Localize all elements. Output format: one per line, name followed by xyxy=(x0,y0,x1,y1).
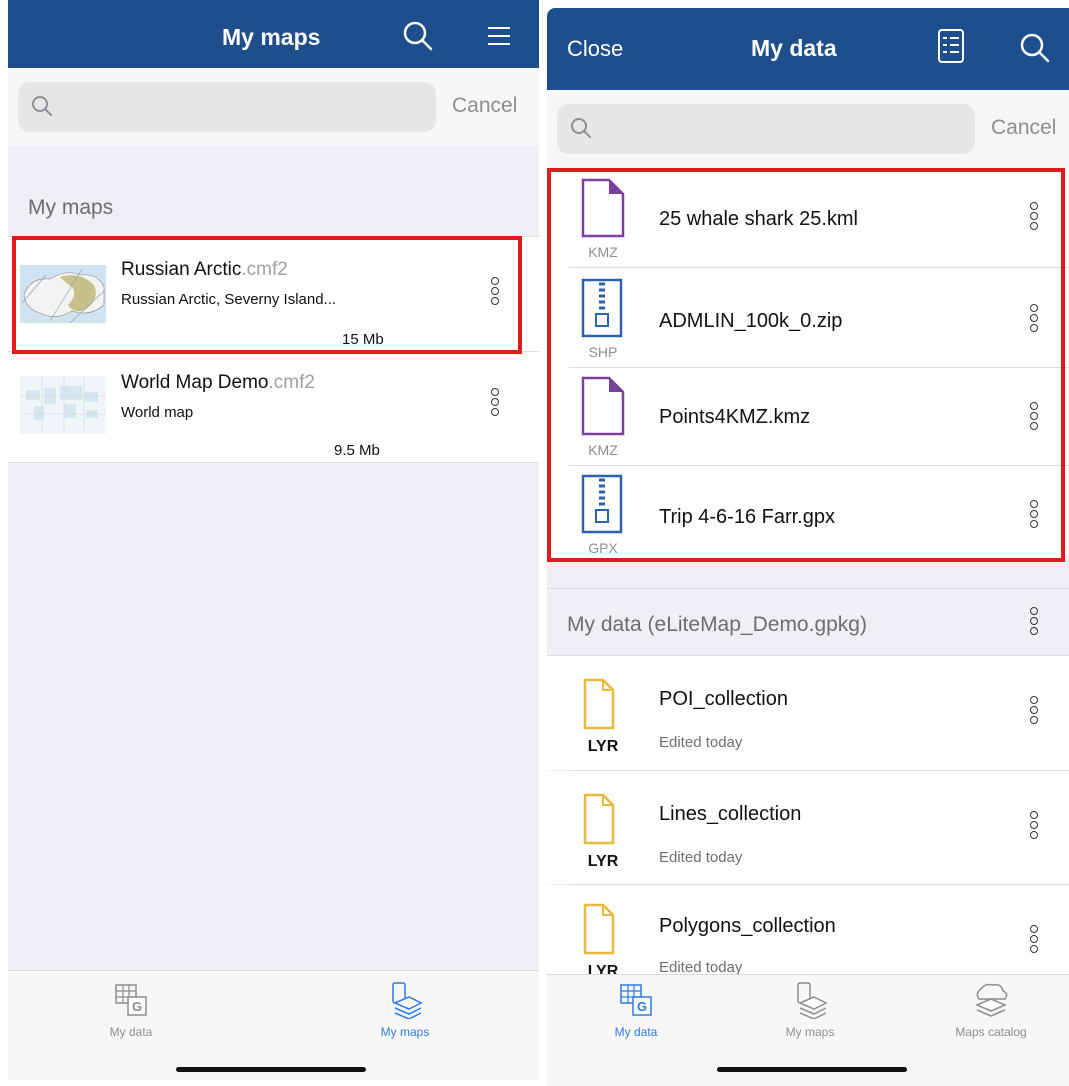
map-row-russian-arctic[interactable]: Russian Arctic.cmf2 Russian Arctic, Seve… xyxy=(8,236,539,351)
search-input[interactable] xyxy=(557,104,975,154)
tab-my-data[interactable]: G My data xyxy=(591,981,681,1039)
divider xyxy=(8,462,539,463)
file-row[interactable]: GPX Trip 4-6-16 Farr.gpx xyxy=(547,466,1069,558)
page-title: My data xyxy=(751,35,837,61)
file-type-label: LYR xyxy=(587,738,619,755)
page-title: My maps xyxy=(222,24,321,50)
layer-name: POI_collection xyxy=(659,688,788,710)
more-options-icon[interactable] xyxy=(1030,811,1040,841)
more-options-icon[interactable] xyxy=(1030,202,1040,232)
more-options-icon[interactable] xyxy=(1030,925,1040,955)
section-header: My data (eLiteMap_Demo.gpkg) xyxy=(567,613,867,636)
document-icon: KMZ xyxy=(579,178,627,260)
zip-icon: SHP xyxy=(579,278,627,360)
more-options-icon[interactable] xyxy=(491,277,501,307)
layer-file-icon: LYR xyxy=(579,678,627,758)
file-name: Points4KMZ.kmz xyxy=(659,406,811,428)
map-title: Russian Arctic.cmf2 xyxy=(121,259,288,280)
search-icon xyxy=(32,96,52,116)
zip-icon: GPX xyxy=(579,474,627,556)
document-icon: KMZ xyxy=(579,376,627,458)
tab-my-maps[interactable]: My maps xyxy=(360,981,450,1039)
tab-maps-catalog[interactable]: Maps catalog xyxy=(931,981,1051,1039)
file-name: Trip 4-6-16 Farr.gpx xyxy=(659,506,835,528)
map-thumbnail xyxy=(20,376,106,434)
file-row[interactable]: KMZ 25 whale shark 25.kml xyxy=(547,168,1069,268)
close-button[interactable]: Close xyxy=(567,36,623,62)
layers-icon xyxy=(392,982,423,1019)
layer-row[interactable]: LYR Lines_collection Edited today xyxy=(547,771,1069,884)
search-row: Cancel xyxy=(547,90,1069,168)
file-name: ADMLIN_100k_0.zip xyxy=(659,310,843,332)
cloud-layers-icon xyxy=(975,983,1008,1017)
cancel-button[interactable]: Cancel xyxy=(452,94,517,118)
search-icon xyxy=(571,118,591,138)
tab-bar: G My data My maps xyxy=(8,970,539,1080)
menu-icon[interactable] xyxy=(482,18,518,54)
layer-file-icon: LYR xyxy=(579,903,627,975)
file-type-label: KMZ xyxy=(588,442,618,458)
more-options-icon[interactable] xyxy=(1030,696,1040,726)
more-options-icon[interactable] xyxy=(1030,402,1040,432)
map-thumbnail xyxy=(20,265,106,323)
search-icon[interactable] xyxy=(400,18,436,54)
more-options-icon[interactable] xyxy=(1030,304,1040,334)
layer-row[interactable]: LYR Polygons_collection Edited today xyxy=(547,885,1069,975)
svg-text:G: G xyxy=(132,999,142,1014)
svg-text:G: G xyxy=(637,999,647,1014)
cancel-button[interactable]: Cancel xyxy=(991,116,1056,140)
more-options-icon[interactable] xyxy=(1030,500,1040,530)
search-icon[interactable] xyxy=(1017,30,1053,66)
map-description: World map xyxy=(121,404,194,421)
search-row: Cancel xyxy=(8,68,539,146)
tab-my-data[interactable]: G My data xyxy=(86,981,176,1039)
more-options-icon[interactable] xyxy=(491,388,501,418)
home-indicator xyxy=(176,1067,366,1072)
nav-bar: My maps xyxy=(8,0,539,68)
layer-row[interactable]: LYR POI_collection Edited today xyxy=(547,656,1069,770)
tab-bar: G My data My maps Maps catalog xyxy=(547,974,1069,1086)
file-row[interactable]: SHP ADMLIN_100k_0.zip xyxy=(547,268,1069,368)
map-description: Russian Arctic, Severny Island... xyxy=(121,291,337,308)
tab-my-maps[interactable]: My maps xyxy=(765,981,855,1039)
layer-edited: Edited today xyxy=(659,849,743,866)
checklist-icon[interactable] xyxy=(933,28,969,64)
search-input[interactable] xyxy=(18,82,436,132)
home-indicator xyxy=(717,1067,907,1072)
section-header-row: My data (eLiteMap_Demo.gpkg) xyxy=(547,588,1069,656)
my-maps-screen: My maps Cancel My maps Russian Arctic.cm… xyxy=(8,0,539,1080)
table-g-icon: G xyxy=(115,984,147,1016)
layer-edited: Edited today xyxy=(659,734,743,751)
my-data-screen: Close My data Cancel KMZ 25 whale shark … xyxy=(547,8,1069,1086)
nav-bar: Close My data xyxy=(547,8,1069,90)
file-type-label: GPX xyxy=(588,540,618,556)
map-row-world-map-demo[interactable]: World Map Demo.cmf2 World map 9.5 Mb xyxy=(8,352,539,462)
file-name: 25 whale shark 25.kml xyxy=(659,208,858,230)
section-header: My maps xyxy=(28,196,114,219)
map-size: 9.5 Mb xyxy=(334,442,380,459)
file-row[interactable]: KMZ Points4KMZ.kmz xyxy=(547,368,1069,466)
file-type-label: LYR xyxy=(587,853,619,870)
more-options-icon[interactable] xyxy=(1030,607,1040,637)
map-size: 15 Mb xyxy=(342,331,384,348)
layer-file-icon: LYR xyxy=(579,793,627,873)
layer-name: Polygons_collection xyxy=(659,915,836,937)
layers-icon xyxy=(797,982,828,1019)
table-g-icon: G xyxy=(620,984,652,1016)
map-title: World Map Demo.cmf2 xyxy=(121,372,315,393)
layer-edited: Edited today xyxy=(659,959,743,975)
file-type-label: KMZ xyxy=(588,244,618,260)
layer-name: Lines_collection xyxy=(659,803,802,825)
file-type-label: SHP xyxy=(588,344,618,360)
